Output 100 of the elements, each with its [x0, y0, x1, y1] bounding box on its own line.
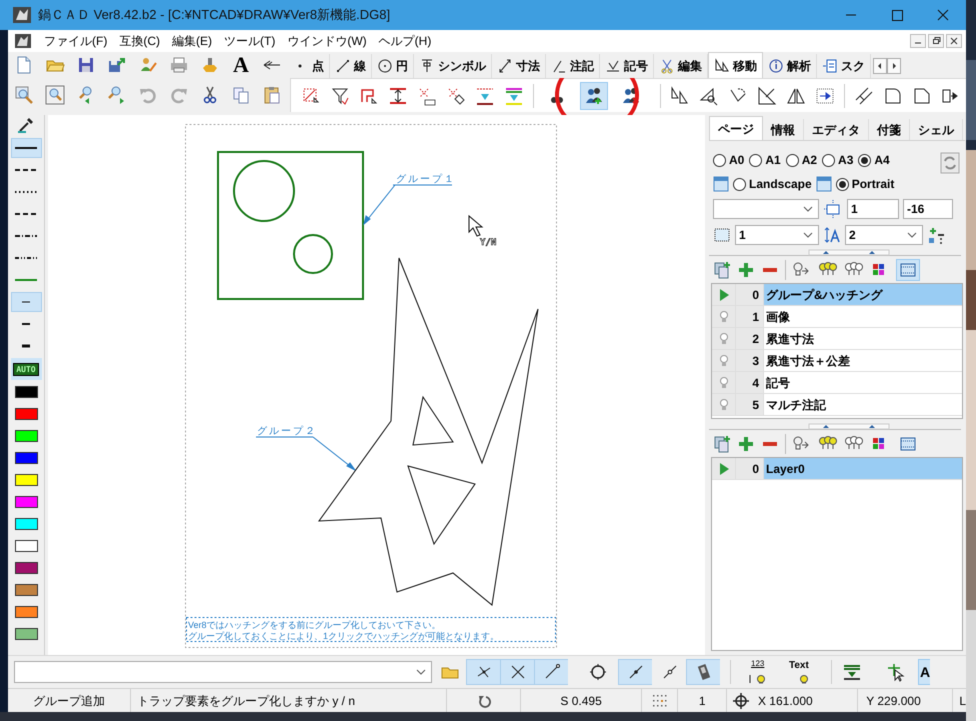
layer-name[interactable]: Layer0: [764, 458, 962, 479]
color-swatch[interactable]: [14, 540, 38, 552]
floppy-arrow-icon[interactable]: [107, 55, 127, 75]
radio-button[interactable]: [713, 154, 726, 166]
layer-name[interactable]: 累進寸法＋公差: [764, 350, 962, 371]
tab[interactable]: 移動: [708, 52, 763, 78]
text-mode-button[interactable]: A: [918, 659, 930, 685]
dotted-square-icon[interactable]: [301, 86, 321, 106]
cursor-cross-icon[interactable]: [886, 662, 906, 682]
radio-button[interactable]: [786, 154, 799, 166]
snap-button[interactable]: [466, 659, 500, 685]
line-icon[interactable]: [335, 57, 351, 75]
tab[interactable]: ページ: [709, 116, 763, 140]
combo-box[interactable]: 1: [735, 225, 819, 245]
rounded-corner-icon[interactable]: [883, 86, 903, 106]
vertical-gap-icon[interactable]: [388, 86, 408, 106]
eraser-icon[interactable]: [446, 86, 466, 106]
refresh-page-icon[interactable]: [939, 151, 961, 175]
script-icon[interactable]: [822, 57, 838, 75]
layer-down-icon[interactable]: [842, 662, 862, 682]
color-swatch[interactable]: [14, 386, 38, 398]
edit-icon[interactable]: [659, 57, 675, 75]
magnifier-icon[interactable]: [45, 85, 65, 105]
radio-button[interactable]: [749, 154, 762, 166]
splitter-handle[interactable]: [709, 249, 961, 257]
input-field[interactable]: 1: [847, 199, 899, 219]
text-size-icon[interactable]: [823, 226, 841, 244]
color-swatch[interactable]: [14, 474, 38, 486]
triangle-target-icon[interactable]: [699, 86, 719, 106]
magnifier-icon[interactable]: [14, 85, 34, 105]
splitter-handle[interactable]: [709, 423, 961, 431]
radio-button[interactable]: [822, 154, 836, 166]
combo-box[interactable]: 2: [845, 225, 923, 245]
radio-button[interactable]: [858, 154, 872, 166]
text-tool-button[interactable]: A: [231, 54, 251, 76]
layer-name[interactable]: マルチ注記: [764, 394, 962, 415]
snap-button[interactable]: [500, 659, 534, 685]
dimension-icon[interactable]: [497, 57, 513, 75]
triangles-icon[interactable]: [670, 86, 690, 106]
chamfer-icon[interactable]: [912, 86, 932, 106]
color-swatch[interactable]: [14, 562, 38, 574]
minimize-icon[interactable]: [910, 34, 926, 48]
grid-icon[interactable]: [652, 694, 668, 708]
color-swatch[interactable]: [14, 584, 38, 596]
layer-copy-icon[interactable]: [713, 435, 731, 453]
undo-icon[interactable]: [476, 694, 491, 708]
color-swatch[interactable]: [14, 606, 38, 618]
dimension-button[interactable]: 123: [741, 659, 775, 685]
group-tool-button[interactable]: [580, 82, 608, 110]
info-icon[interactable]: [768, 57, 784, 75]
tab[interactable]: 記号: [600, 54, 654, 78]
menu-item[interactable]: ウインドウ(W): [281, 32, 373, 50]
scroll-right-icon[interactable]: [887, 58, 901, 74]
menu-item[interactable]: 編集(E): [166, 32, 218, 50]
parallel-lines-icon[interactable]: [854, 86, 874, 106]
app-logo-icon[interactable]: [14, 33, 32, 49]
layer-name[interactable]: グループ&ハッチング: [764, 284, 962, 305]
layer-copy-icon[interactable]: [713, 261, 731, 279]
circle-icon[interactable]: [377, 57, 393, 75]
person-remove-icon[interactable]: [621, 86, 641, 106]
layer-name[interactable]: 記号: [764, 372, 962, 393]
scale-triangle-icon[interactable]: [757, 86, 777, 106]
radio-button[interactable]: [733, 178, 746, 190]
line-style-button[interactable]: [10, 138, 42, 158]
down-arrow-lines-icon[interactable]: [504, 86, 524, 106]
menu-item[interactable]: 互換(C): [113, 32, 166, 50]
page-frame-icon[interactable]: [713, 226, 731, 244]
color-swatch[interactable]: [14, 430, 38, 442]
snap-button[interactable]: [618, 659, 652, 685]
clipboard-icon[interactable]: [262, 85, 282, 105]
down-arrow-lines-icon[interactable]: [475, 86, 495, 106]
color-swatch[interactable]: [14, 452, 38, 464]
auto-color-button[interactable]: AUTO: [13, 362, 39, 376]
crosshair-icon[interactable]: [733, 692, 750, 708]
printer-icon[interactable]: [169, 55, 189, 75]
snap-circle-icon[interactable]: [588, 662, 608, 682]
symbol-icon[interactable]: [419, 57, 435, 75]
dotted-x-icon[interactable]: [417, 86, 437, 106]
plus-minus-icon[interactable]: [927, 226, 945, 244]
knob-icon[interactable]: [200, 55, 220, 75]
snap-button[interactable]: [534, 659, 568, 685]
color-swatch[interactable]: [14, 408, 38, 420]
color-swatch[interactable]: [14, 496, 38, 508]
menu-item[interactable]: ツール(T): [218, 32, 282, 50]
scroll-left-icon[interactable]: [873, 58, 887, 74]
funnel-icon[interactable]: [330, 86, 350, 106]
move-icon[interactable]: [714, 56, 730, 74]
person-plus-icon[interactable]: [584, 86, 604, 106]
plus-icon[interactable]: [737, 261, 755, 279]
layer-name[interactable]: 累進寸法: [764, 328, 962, 349]
plus-icon[interactable]: [737, 435, 755, 453]
color-swatch[interactable]: [14, 628, 38, 640]
restore-icon[interactable]: [928, 34, 944, 48]
color-swatch[interactable]: [14, 518, 38, 530]
layer-name[interactable]: 画像: [764, 306, 962, 327]
input-field[interactable]: -16: [903, 199, 953, 219]
menu-item[interactable]: ファイル(F): [38, 32, 114, 50]
floppy-icon[interactable]: [76, 55, 96, 75]
radio-button[interactable]: [836, 178, 849, 190]
text-button[interactable]: Text: [787, 659, 821, 685]
